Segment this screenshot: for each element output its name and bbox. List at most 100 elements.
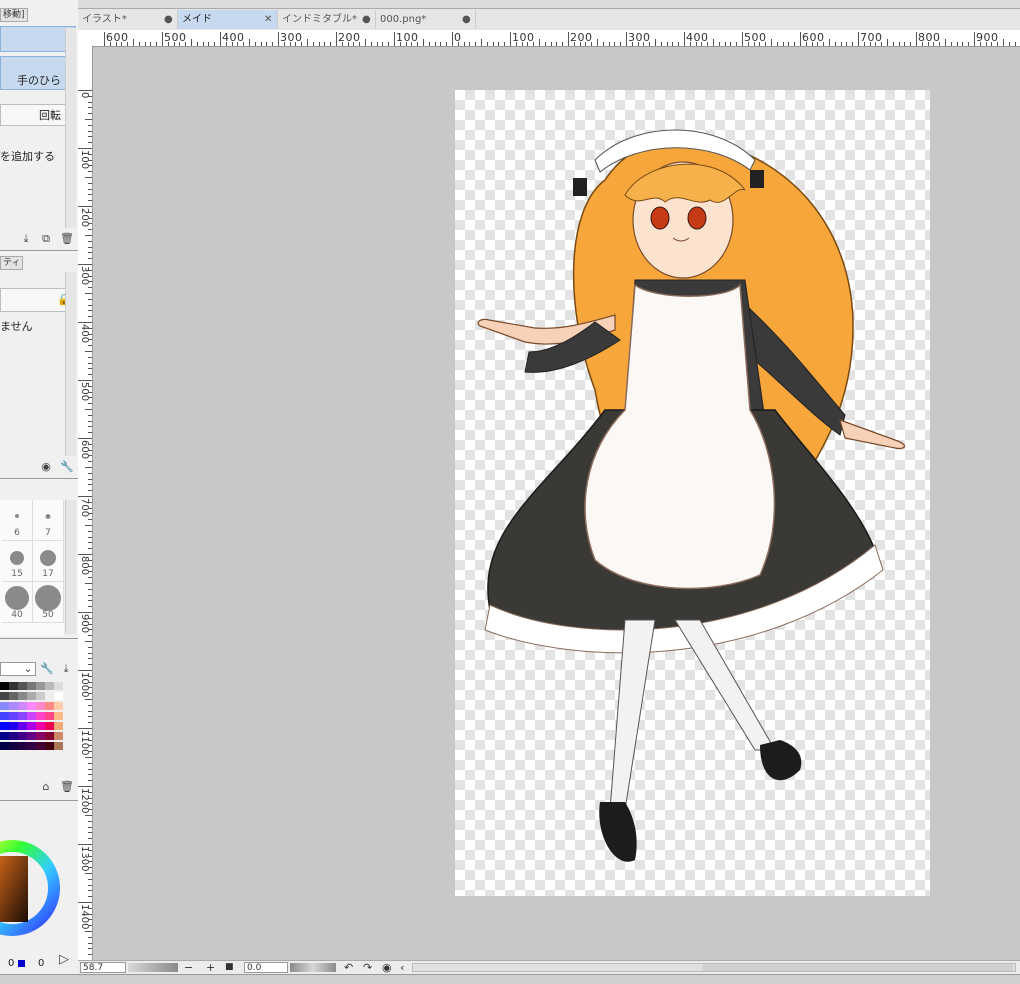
tab-indomitable[interactable]: インドミタブル* ● (278, 10, 376, 29)
tab-000png[interactable]: 000.png* ● (376, 10, 476, 29)
wrench-icon[interactable]: 🔧 (60, 461, 74, 473)
palette-swatch[interactable] (27, 732, 36, 740)
duplicate-icon[interactable]: ⧉ (40, 233, 52, 245)
palette-swatch[interactable] (0, 682, 9, 690)
palette-swatch[interactable] (0, 742, 9, 750)
palette-swatch[interactable] (54, 722, 63, 730)
canvas-artboard[interactable] (455, 90, 930, 896)
color-wheel[interactable] (0, 822, 64, 958)
palette-swatch[interactable] (36, 732, 45, 740)
tool-list-scrollbar[interactable] (65, 28, 76, 228)
reset-rotation-icon[interactable]: ◉ (382, 961, 392, 974)
rotate-left-icon[interactable]: ↶ (344, 961, 353, 974)
brush-size-cell[interactable]: 7 (33, 500, 64, 541)
ruler-minor-tick (88, 606, 92, 608)
trash-icon[interactable]: 🗑 (60, 781, 74, 793)
palette-swatch[interactable] (18, 692, 27, 700)
palette-select[interactable]: ⌄ (0, 662, 36, 676)
brush-size-cell[interactable]: 50 (33, 582, 64, 623)
palette-swatch[interactable] (9, 712, 18, 720)
palette-swatch[interactable] (36, 722, 45, 730)
palette-swatch[interactable] (36, 682, 45, 690)
palette-swatch[interactable] (27, 722, 36, 730)
brush-size-scrollbar[interactable] (65, 500, 76, 634)
palette-swatch[interactable] (45, 682, 54, 690)
tab-illust[interactable]: イラスト* ● (78, 10, 178, 29)
palette-swatch[interactable] (36, 702, 45, 710)
palette-swatch[interactable] (18, 702, 27, 710)
scrollbar-thumb[interactable] (703, 964, 1013, 971)
palette-swatch[interactable] (27, 712, 36, 720)
rotation-slider[interactable] (290, 963, 336, 972)
import-icon[interactable]: ⤓ (60, 663, 72, 675)
fit-button[interactable]: ■ (225, 961, 234, 974)
palette-swatch[interactable] (36, 712, 45, 720)
palette-swatch[interactable] (18, 732, 27, 740)
add-color-icon[interactable]: ⌂ (40, 781, 52, 793)
palette-swatch[interactable] (0, 702, 9, 710)
palette-swatch[interactable] (54, 732, 63, 740)
palette-swatch[interactable] (9, 692, 18, 700)
palette-swatch[interactable] (45, 702, 54, 710)
palette-swatch[interactable] (27, 692, 36, 700)
brush-size-cell[interactable]: 15 (2, 541, 33, 582)
zoom-input[interactable]: 58.7 (80, 962, 126, 973)
ruler-minor-tick (88, 211, 92, 213)
palette-swatch[interactable] (45, 692, 54, 700)
property-panel-tab[interactable]: ティ (0, 256, 24, 270)
palette-swatch[interactable] (54, 682, 63, 690)
property-scrollbar[interactable] (65, 272, 76, 456)
palette-swatch[interactable] (36, 742, 45, 750)
rotate-right-icon[interactable]: ↷ (363, 961, 372, 974)
palette-swatch[interactable] (45, 732, 54, 740)
palette-swatch[interactable] (0, 712, 9, 720)
palette-swatch[interactable] (0, 732, 9, 740)
palette-swatch[interactable] (45, 712, 54, 720)
wrench-icon[interactable]: 🔧 (40, 663, 54, 675)
horizontal-scrollbar[interactable] (412, 963, 1016, 972)
palette-swatch[interactable] (9, 732, 18, 740)
tab-label: メイド (182, 14, 212, 25)
tool-panel-tab[interactable]: 移動] (0, 8, 28, 22)
palette-swatch[interactable] (27, 682, 36, 690)
palette-swatch[interactable] (9, 682, 18, 690)
trash-icon[interactable]: 🗑 (60, 233, 74, 245)
palette-swatch[interactable] (54, 692, 63, 700)
palette-swatch[interactable] (45, 722, 54, 730)
palette-swatch[interactable] (9, 722, 18, 730)
scroll-left-icon[interactable]: ‹ (400, 961, 404, 974)
ruler-minor-tick (88, 907, 92, 909)
ruler-minor-tick (272, 42, 274, 46)
palette-swatch[interactable] (0, 722, 9, 730)
palette-swatch[interactable] (54, 702, 63, 710)
palette-swatch[interactable] (9, 702, 18, 710)
palette-swatch[interactable] (9, 742, 18, 750)
rotation-input[interactable]: 0.0 (244, 962, 288, 973)
brush-size-cell[interactable]: 6 (2, 500, 33, 541)
zoom-slider[interactable] (128, 963, 178, 972)
brush-size-cell[interactable]: 40 (2, 582, 33, 623)
palette-swatch[interactable] (45, 742, 54, 750)
palette-swatch[interactable] (54, 742, 63, 750)
palette-swatch[interactable] (27, 742, 36, 750)
palette-swatch[interactable] (18, 682, 27, 690)
palette-swatch[interactable] (54, 712, 63, 720)
brush-size-cell[interactable]: 17 (33, 541, 64, 582)
tab-maid[interactable]: メイド ✕ (178, 10, 278, 29)
zoom-out-button[interactable]: − (184, 961, 193, 974)
color-palette[interactable] (0, 682, 64, 754)
ruler-minor-tick (88, 600, 92, 602)
ruler-minor-tick (88, 739, 92, 741)
import-icon[interactable]: ⤓ (20, 233, 32, 245)
ruler-major-tick (78, 496, 92, 497)
palette-swatch[interactable] (27, 702, 36, 710)
palette-swatch[interactable] (0, 692, 9, 700)
preset-icon[interactable]: ◉ (40, 461, 52, 473)
palette-swatch[interactable] (18, 712, 27, 720)
play-icon[interactable]: ▷ (58, 953, 70, 966)
palette-swatch[interactable] (18, 722, 27, 730)
palette-swatch[interactable] (36, 692, 45, 700)
palette-swatch[interactable] (18, 742, 27, 750)
close-icon[interactable]: ✕ (264, 10, 272, 29)
zoom-in-button[interactable]: + (206, 961, 215, 974)
